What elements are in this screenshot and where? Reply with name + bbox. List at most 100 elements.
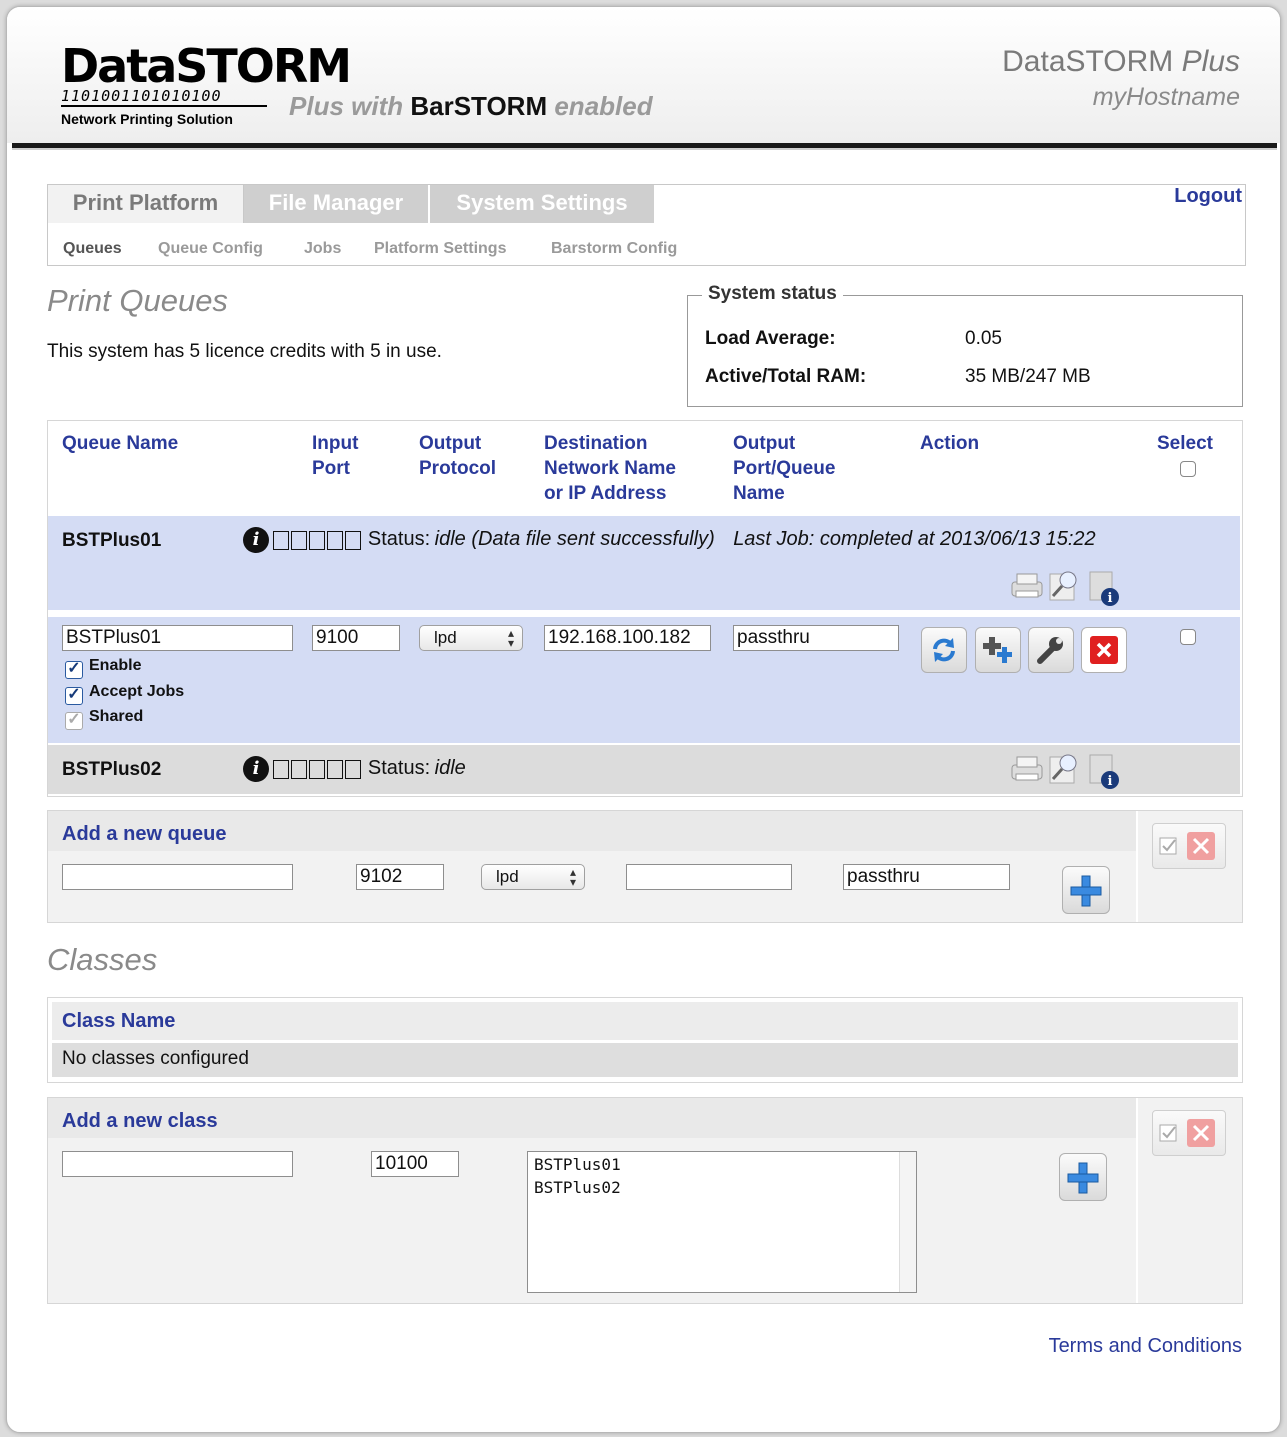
new-class-port-input[interactable]: 10100 xyxy=(371,1151,459,1177)
svg-text:i: i xyxy=(1108,774,1113,789)
select-delete-toggle[interactable] xyxy=(1152,1110,1226,1156)
new-queue-port-input[interactable]: 9102 xyxy=(356,864,444,890)
listbox-scrollbar[interactable] xyxy=(899,1152,916,1292)
header-action: Action xyxy=(920,433,980,454)
header-destination-line2: Network Name xyxy=(544,458,676,479)
header-output-port-line3: Name xyxy=(733,483,785,504)
select-delete-toggle[interactable] xyxy=(1152,823,1226,869)
no-classes-text: No classes configured xyxy=(62,1048,249,1069)
system-status-legend: System status xyxy=(702,283,843,305)
logo-binary: 1101001101010100 xyxy=(61,87,267,107)
enable-checkbox[interactable]: ✓ xyxy=(65,661,83,679)
info-icon[interactable]: i xyxy=(243,527,269,553)
header-output-protocol-line2: Protocol xyxy=(419,458,497,479)
new-queue-destination-input[interactable] xyxy=(626,864,792,890)
header-output-protocol-line1: Output xyxy=(419,433,482,454)
check-delete-icon xyxy=(1159,1119,1215,1147)
check-delete-icon xyxy=(1159,832,1215,860)
status-value: idle xyxy=(434,757,466,779)
add-job-button[interactable] xyxy=(975,627,1021,673)
queue-name-input[interactable]: BSTPlus01 xyxy=(62,625,293,651)
nav-tabs: Print Platform File Manager System Setti… xyxy=(47,184,1246,266)
ram-label: Active/Total RAM: xyxy=(705,366,867,387)
accept-jobs-checkbox[interactable]: ✓ xyxy=(65,687,83,705)
logout-link[interactable]: Logout xyxy=(1174,185,1242,208)
product-name-text: DataSTORM xyxy=(1002,45,1174,78)
tagline-prefix: Plus with xyxy=(289,91,411,121)
protocol-select[interactable]: lpd ▴ ▾ xyxy=(419,625,523,651)
subtab-platform-settings[interactable]: Platform Settings xyxy=(374,240,506,258)
system-status-box: System status Load Average: 0.05 Active/… xyxy=(687,283,1243,407)
queue-table: Queue Name Input Port Output Protocol Dest… xyxy=(47,420,1243,797)
tagline-suffix: enabled xyxy=(547,91,653,121)
product-edition: Plus xyxy=(1181,45,1240,78)
add-queue-panel: Add a new queue 9102 lpd ▴ ▾ passthru xyxy=(47,810,1243,923)
refresh-icon xyxy=(933,638,955,662)
queue-name: BSTPlus01 xyxy=(62,530,162,551)
tab-system-settings[interactable]: System Settings xyxy=(430,185,656,223)
search-icon[interactable] xyxy=(1049,754,1077,784)
info-icon[interactable]: i xyxy=(243,756,269,782)
info-doc-icon[interactable]: i xyxy=(1089,754,1119,789)
status-boxes xyxy=(273,760,363,780)
queue-row-bstplus01[interactable]: BSTPlus01 i Status: idle (Data file sent… xyxy=(48,516,1240,610)
load-average-value: 0.05 xyxy=(965,328,1002,349)
plus-icon xyxy=(1067,1162,1099,1194)
hostname: myHostname xyxy=(1092,83,1240,111)
status-label: Status: xyxy=(367,528,431,550)
app-window: DataSTORM 1101001101010100 Network Print… xyxy=(6,6,1281,1433)
output-queue-input[interactable]: passthru xyxy=(733,625,899,651)
subtab-jobs[interactable]: Jobs xyxy=(304,240,341,258)
header-destination-line3: or IP Address xyxy=(544,483,667,504)
load-average-label: Load Average: xyxy=(705,328,836,349)
classes-header-bg xyxy=(52,1002,1238,1040)
new-class-name-input[interactable] xyxy=(62,1151,293,1177)
printer-icon[interactable] xyxy=(1011,756,1043,781)
subtab-barstorm-config[interactable]: Barstorm Config xyxy=(551,240,677,258)
plus-icon xyxy=(1070,875,1102,907)
queue-icons: i xyxy=(1010,751,1130,794)
add-class-button[interactable] xyxy=(1059,1153,1107,1201)
search-icon[interactable] xyxy=(1049,571,1077,601)
tab-file-manager[interactable]: File Manager xyxy=(244,185,430,223)
last-job: Last Job: completed at 2013/06/13 15:22 xyxy=(733,528,1096,550)
classes-table: Class Name No classes configured xyxy=(47,997,1243,1083)
header-destination-line1: Destination xyxy=(544,433,648,454)
subtab-queues[interactable]: Queues xyxy=(63,240,122,258)
ram-value: 35 MB/247 MB xyxy=(965,366,1091,387)
add-queue-button[interactable] xyxy=(1062,866,1110,914)
add-class-title: Add a new class xyxy=(62,1110,218,1132)
header-input-port: Input Port xyxy=(312,431,358,481)
page-title: Print Queues xyxy=(47,283,228,318)
info-doc-icon[interactable]: i xyxy=(1089,571,1119,606)
input-port-input[interactable]: 9100 xyxy=(312,625,400,651)
delete-icon xyxy=(1090,636,1118,664)
destination-input[interactable]: 192.168.100.182 xyxy=(544,625,711,651)
member-option[interactable]: BSTPlus02 xyxy=(534,1178,621,1197)
printer-icon[interactable] xyxy=(1011,573,1043,598)
select-queue-checkbox[interactable] xyxy=(1180,629,1196,645)
classes-title: Classes xyxy=(47,942,158,977)
tagline-brand: BarSTORM xyxy=(410,91,548,121)
subtab-queue-config[interactable]: Queue Config xyxy=(158,240,263,258)
queue-row-bstplus02[interactable]: BSTPlus02 i Status: idle i xyxy=(48,745,1240,794)
product-name: DataSTORM Plus xyxy=(1002,45,1240,79)
configure-button[interactable] xyxy=(1028,627,1074,673)
panel-divider xyxy=(1136,1098,1138,1303)
protocol-value: lpd xyxy=(434,628,457,647)
queue-name: BSTPlus02 xyxy=(62,759,162,780)
header-output-port: Output Port/Queue Name xyxy=(733,431,835,506)
new-queue-protocol-select[interactable]: lpd ▴ ▾ xyxy=(481,864,585,890)
new-queue-name-input[interactable] xyxy=(62,864,293,890)
refresh-button[interactable] xyxy=(921,627,967,673)
tab-print-platform[interactable]: Print Platform xyxy=(48,185,244,223)
select-all-checkbox[interactable] xyxy=(1180,461,1196,477)
member-option[interactable]: BSTPlus01 xyxy=(534,1155,621,1174)
new-queue-output-input[interactable]: passthru xyxy=(843,864,1010,890)
logo-title: DataSTORM xyxy=(61,39,352,93)
wrench-icon xyxy=(1037,637,1063,664)
terms-link[interactable]: Terms and Conditions xyxy=(1049,1335,1242,1358)
header-divider-shadow xyxy=(12,148,1277,150)
delete-button[interactable] xyxy=(1081,627,1127,673)
class-members-listbox[interactable]: BSTPlus01 BSTPlus02 xyxy=(527,1151,917,1293)
